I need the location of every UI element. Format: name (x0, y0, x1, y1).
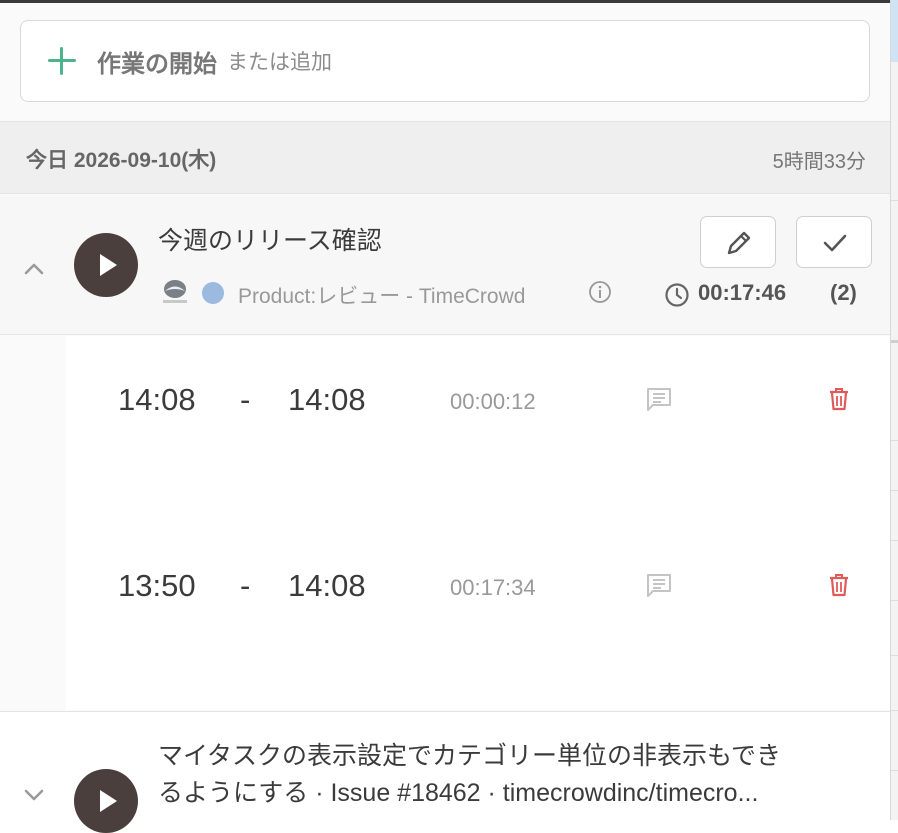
start-task-label: 作業の開始 (97, 50, 217, 78)
start-task-input[interactable]: 作業の開始 または追加 (20, 20, 870, 102)
category-color-dot (202, 282, 224, 304)
sub-entry-start[interactable]: 14:08 (118, 382, 196, 418)
info-icon[interactable] (588, 280, 612, 304)
sub-entry-duration: 00:00:12 (450, 389, 536, 414)
trash-icon[interactable] (828, 573, 850, 597)
entry-duration: 00:17:46 (698, 280, 787, 305)
day-label: 今日 2026-09-10(木) (26, 149, 217, 172)
chevron-down-icon[interactable] (24, 788, 44, 802)
entry-title[interactable]: マイタスクの表示設定でカテゴリー単位の非表示もでき るようにする · Issue… (158, 738, 868, 812)
sub-entry-end[interactable]: 14:08 (288, 568, 366, 604)
day-header: 今日 2026-09-10(木) 5時間33分 (0, 122, 890, 194)
entry-title[interactable]: 今週のリリース確認 (158, 221, 382, 257)
pencil-icon (727, 231, 751, 255)
entry-count: (2) (830, 280, 857, 305)
sub-entry: 14:08 - 14:08 00:00:12 (66, 336, 890, 522)
sub-entry-end[interactable]: 14:08 (288, 382, 366, 418)
comment-icon[interactable] (646, 386, 672, 412)
comment-icon[interactable] (646, 572, 672, 598)
sub-entry-duration: 00:17:34 (450, 575, 536, 600)
edit-button[interactable] (700, 216, 776, 268)
sub-entry-dash: - (240, 382, 251, 417)
play-button[interactable] (74, 769, 138, 833)
day-total: 5時間33分 (772, 151, 866, 173)
category-label[interactable]: Product:レビュー - TimeCrowd (238, 280, 525, 310)
sub-entry-start[interactable]: 13:50 (118, 568, 196, 604)
chevron-up-icon[interactable] (24, 261, 44, 275)
sub-entry: 13:50 - 14:08 00:17:34 (66, 522, 890, 708)
start-task-section: 作業の開始 または追加 (0, 3, 890, 122)
sub-entry-dash: - (240, 568, 251, 603)
trash-icon[interactable] (828, 387, 850, 411)
more-icon: ⋮ (892, 123, 898, 144)
play-button[interactable] (74, 233, 138, 297)
plus-icon (47, 46, 77, 76)
entry-title-line: マイタスクの表示設定でカテゴリー単位の非表示もでき (158, 742, 782, 770)
sub-entry-list: 14:08 - 14:08 00:00:12 13:50 - 14:08 00:… (66, 336, 890, 710)
timecrowd-panel: 作業の開始 または追加 今日 2026-09-10(木) 5時間33分 今週のリ… (0, 3, 890, 833)
clock-icon (665, 283, 689, 307)
time-entry: マイタスクの表示設定でカテゴリー単位の非表示もでき るようにする · Issue… (0, 711, 890, 833)
complete-button[interactable] (796, 216, 872, 268)
entry-title-line: るようにする · Issue #18462 · timecrowdinc/tim… (158, 779, 759, 807)
time-entry: 今週のリリース確認 Product:レビュー - TimeCrowd 00:17… (0, 195, 890, 335)
background-window-strip: ⋮ (890, 0, 898, 820)
timecrowd-logo-icon (163, 280, 187, 303)
check-icon (823, 234, 847, 252)
start-task-sublabel: または追加 (227, 51, 332, 74)
